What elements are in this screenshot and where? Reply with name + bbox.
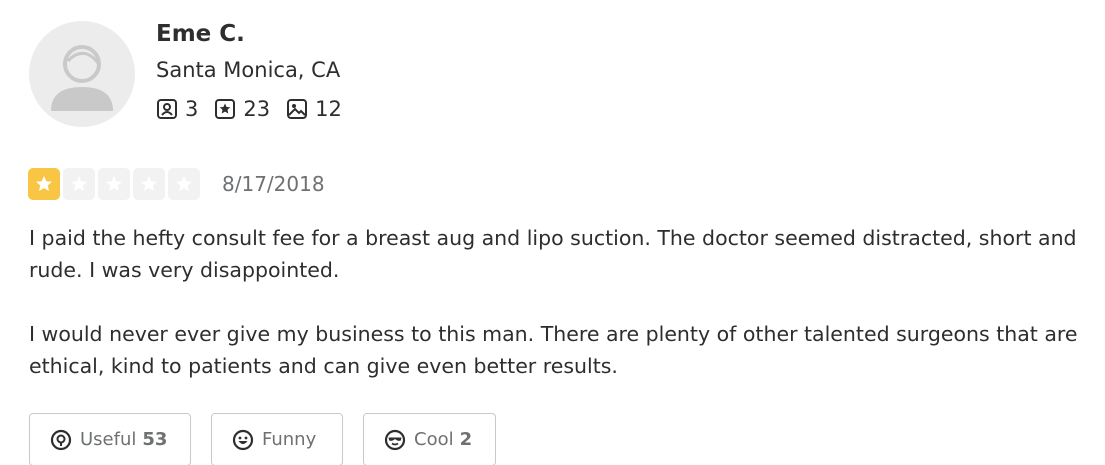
sunglasses-icon bbox=[384, 429, 406, 451]
reaction-buttons: Useful 53 Funny Cool 2 bbox=[29, 413, 516, 465]
photo-icon bbox=[286, 98, 308, 120]
user-placeholder-icon[interactable] bbox=[29, 21, 135, 127]
smile-icon bbox=[232, 429, 254, 451]
friends-icon bbox=[156, 98, 178, 120]
review-star-icon bbox=[214, 98, 236, 120]
reviews-count: 23 bbox=[243, 97, 271, 121]
review-text: I paid the hefty consult fee for a breas… bbox=[29, 222, 1099, 382]
lightbulb-icon bbox=[50, 429, 72, 451]
user-location: Santa Monica, CA bbox=[156, 58, 341, 82]
review-card: Eme C. Santa Monica, CA 3 23 12 8/17/201… bbox=[0, 0, 1105, 465]
reviews-stat: 23 bbox=[214, 97, 270, 121]
star-rating bbox=[28, 168, 203, 200]
review-paragraph: I would never ever give my business to t… bbox=[29, 322, 1078, 378]
star-empty-icon bbox=[133, 168, 165, 200]
friends-count: 3 bbox=[185, 97, 199, 121]
cool-label: Cool bbox=[414, 429, 454, 450]
cool-button[interactable]: Cool 2 bbox=[363, 413, 496, 465]
user-name[interactable]: Eme C. bbox=[156, 21, 245, 47]
useful-label: Useful bbox=[80, 429, 137, 450]
review-date: 8/17/2018 bbox=[222, 172, 325, 196]
friends-stat: 3 bbox=[156, 97, 198, 121]
star-empty-icon bbox=[63, 168, 95, 200]
photos-stat: 12 bbox=[286, 97, 342, 121]
star-empty-icon bbox=[98, 168, 130, 200]
funny-button[interactable]: Funny bbox=[211, 413, 343, 465]
star-empty-icon bbox=[168, 168, 200, 200]
useful-button[interactable]: Useful 53 bbox=[29, 413, 191, 465]
user-stats: 3 23 12 bbox=[156, 97, 358, 121]
photos-count: 12 bbox=[315, 97, 342, 121]
review-paragraph: I paid the hefty consult fee for a breas… bbox=[29, 226, 1077, 282]
star-filled-icon bbox=[28, 168, 60, 200]
funny-label: Funny bbox=[262, 429, 317, 450]
useful-count: 53 bbox=[142, 429, 168, 450]
cool-count: 2 bbox=[459, 429, 473, 450]
